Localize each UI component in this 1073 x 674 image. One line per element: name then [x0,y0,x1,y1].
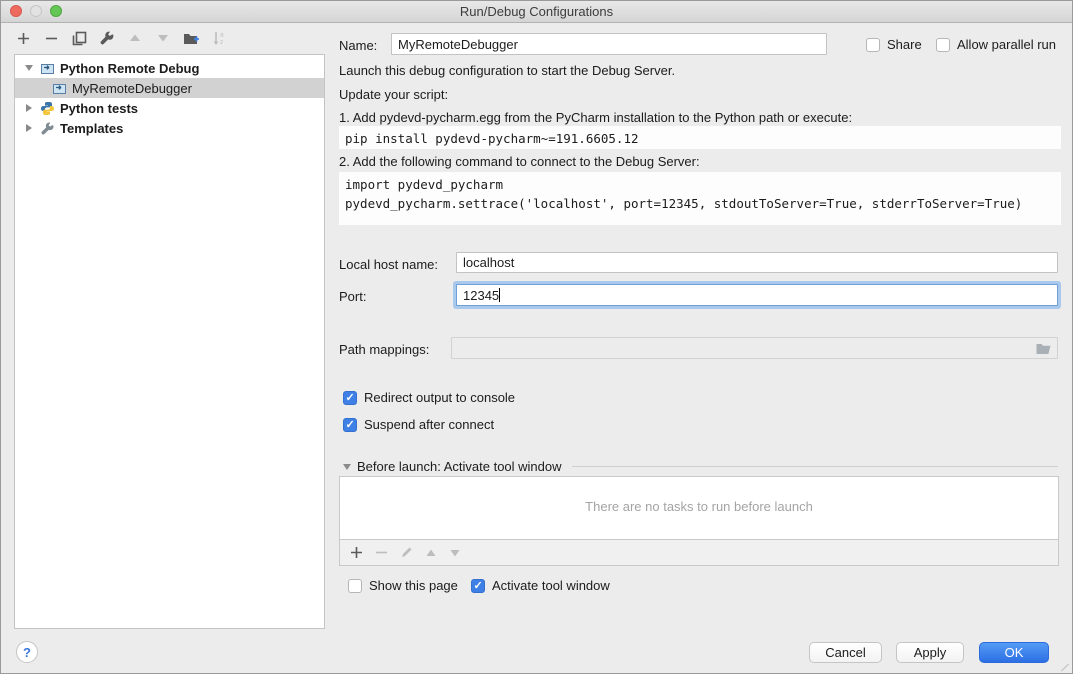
add-configuration-button[interactable] [14,29,32,47]
remove-configuration-button[interactable] [42,29,60,47]
wrench-icon [40,121,55,136]
tree-item-label: Python tests [60,101,138,116]
create-new-folder-icon[interactable] [182,29,200,47]
description-line: Launch this debug configuration to start… [339,63,675,78]
tree-item-label: MyRemoteDebugger [72,81,192,96]
local-host-name-input[interactable] [456,252,1058,273]
port-label: Port: [339,289,366,304]
before-launch-header[interactable]: Before launch: Activate tool window [343,459,1058,474]
help-button[interactable]: ? [16,641,38,663]
python-icon [40,101,55,116]
zoom-button[interactable] [50,5,62,17]
chevron-down-icon[interactable] [21,65,37,71]
resize-grip[interactable] [1060,661,1070,671]
ok-button[interactable]: OK [979,642,1049,663]
chevron-right-icon[interactable] [21,124,37,132]
remove-task-icon [375,546,388,559]
code-line: import pydevd_pycharm [345,177,503,192]
collapse-icon[interactable] [343,464,351,470]
window-title: Run/Debug Configurations [460,4,613,19]
allow-parallel-run-checkbox[interactable]: Allow parallel run [936,37,1056,52]
name-label: Name: [339,38,377,53]
tree-item-myremotedebugger[interactable]: MyRemoteDebugger [15,78,324,98]
checkbox-box[interactable] [471,579,485,593]
remote-debug-config-icon [40,61,55,76]
separator-line [572,466,1058,467]
checkbox-box[interactable] [348,579,362,593]
port-input[interactable] [456,284,1058,306]
pip-install-code: pip install pydevd-pycharm~=191.6605.12 [339,126,1061,149]
tree-item-python-remote-debug[interactable]: Python Remote Debug [15,58,324,78]
checkbox-box[interactable] [866,38,880,52]
cancel-button[interactable]: Cancel [809,642,882,663]
checkbox-box[interactable] [343,391,357,405]
chevron-right-icon[interactable] [21,104,37,112]
svg-text:z: z [220,39,223,46]
svg-text:a: a [220,32,224,39]
title-bar: Run/Debug Configurations [1,1,1072,23]
description-line: Update your script: [339,87,448,102]
browse-folder-icon[interactable] [1036,342,1052,355]
description-step1: 1. Add pydevd-pycharm.egg from the PyCha… [339,110,852,125]
run-debug-configurations-dialog: Run/Debug Configurations az [0,0,1073,674]
redirect-output-label: Redirect output to console [364,390,515,405]
sort-alphabetically-icon: az [210,29,228,47]
edit-task-icon [400,546,413,559]
minimize-button [30,5,42,17]
show-this-page-checkbox[interactable]: Show this page [348,578,458,593]
configuration-editor: Name: Share Allow parallel run Launch th… [339,23,1061,674]
close-button[interactable] [10,5,22,17]
configurations-tree: Python Remote Debug MyRemoteDebugger Pyt… [14,54,325,629]
empty-tasks-message: There are no tasks to run before launch [340,477,1058,514]
tree-item-label: Templates [60,121,123,136]
before-launch-title: Before launch: Activate tool window [357,459,562,474]
suspend-after-connect-checkbox[interactable]: Suspend after connect [343,417,494,432]
allow-parallel-run-label: Allow parallel run [957,37,1056,52]
checkbox-box[interactable] [936,38,950,52]
move-up-icon [126,29,144,47]
code-line: pydevd_pycharm.settrace('localhost', por… [345,196,1022,211]
before-launch-task-list[interactable]: There are no tasks to run before launch [339,476,1059,540]
move-down-icon [154,29,172,47]
move-task-up-icon [425,547,437,559]
share-checkbox[interactable]: Share [866,37,922,52]
local-host-name-label: Local host name: [339,257,438,272]
settrace-code: import pydevd_pycharm pydevd_pycharm.set… [339,172,1061,225]
edit-templates-icon[interactable] [98,29,116,47]
share-label: Share [887,37,922,52]
tree-item-label: Python Remote Debug [60,61,199,76]
tree-item-templates[interactable]: Templates [15,118,324,138]
activate-tool-window-checkbox[interactable]: Activate tool window [471,578,610,593]
description-step2: 2. Add the following command to connect … [339,154,700,169]
checkbox-box[interactable] [343,418,357,432]
add-task-icon[interactable] [350,546,363,559]
configurations-toolbar: az [14,29,228,47]
remote-debug-config-icon [52,81,67,96]
path-mappings-input[interactable] [451,337,1058,359]
suspend-after-connect-label: Suspend after connect [364,417,494,432]
apply-button[interactable]: Apply [896,642,964,663]
show-this-page-label: Show this page [369,578,458,593]
name-input[interactable] [391,33,827,55]
redirect-output-checkbox[interactable]: Redirect output to console [343,390,515,405]
copy-configuration-icon[interactable] [70,29,88,47]
traffic-lights [10,5,62,17]
activate-tool-window-label: Activate tool window [492,578,610,593]
before-launch-toolbar [339,540,1059,566]
path-mappings-label: Path mappings: [339,342,429,357]
tree-item-python-tests[interactable]: Python tests [15,98,324,118]
text-caret [499,288,500,302]
move-task-down-icon [449,547,461,559]
